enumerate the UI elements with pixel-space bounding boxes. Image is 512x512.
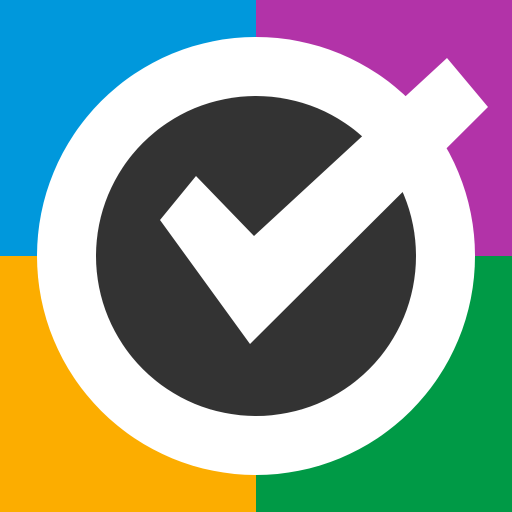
icon-canvas (0, 0, 512, 512)
checkmark-app-icon (0, 0, 512, 512)
